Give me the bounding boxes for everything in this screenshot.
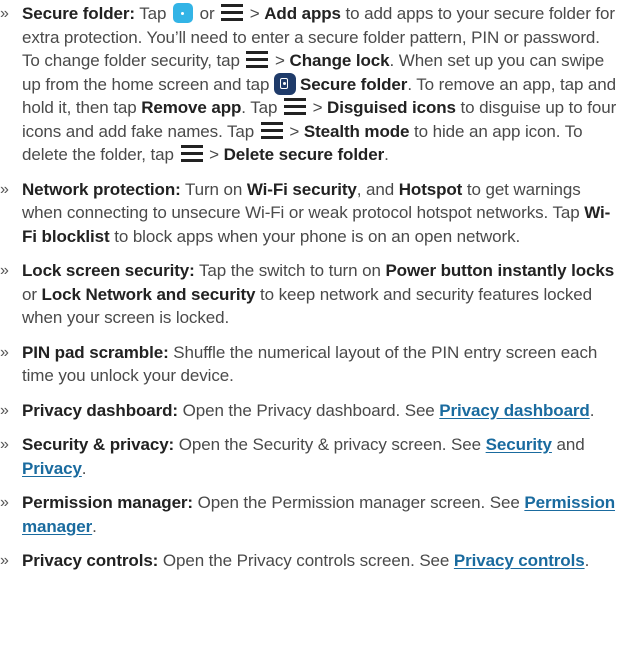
item-text: > — [204, 145, 224, 164]
item-bold: Stealth mode — [303, 121, 410, 141]
bullet-chevron: » — [0, 262, 9, 279]
item-text: . — [384, 145, 389, 164]
item-text: Turn on — [180, 179, 247, 199]
secure-folder-icon — [273, 72, 296, 95]
item-text: > — [245, 4, 265, 23]
bullet-chevron: » — [0, 5, 9, 22]
item-text: > — [284, 121, 304, 141]
item-title: Permission manager: — [22, 493, 193, 512]
item-title: PIN pad scramble: — [22, 342, 169, 362]
item-text: > — [270, 51, 290, 70]
bullet-chevron: » — [0, 552, 9, 569]
item-text: > — [307, 98, 328, 117]
list-item-privacy-dashboard: » Privacy dashboard: Open the Privacy das… — [0, 399, 621, 423]
item-text: to block apps when your phone is on an o… — [109, 226, 521, 246]
item-title: Secure folder: — [22, 4, 135, 23]
item-text: Open the Security & privacy screen. See — [174, 435, 486, 454]
item-bold: Lock Network and security — [41, 284, 256, 304]
add-app-icon — [172, 3, 193, 23]
item-text: Open the Privacy controls screen. See — [158, 551, 454, 570]
list-item-lock-screen-security: » Lock screen security: Tap the switch to… — [0, 259, 621, 330]
menu-icon — [260, 121, 283, 139]
bullet-chevron: » — [0, 494, 9, 511]
bullet-chevron: » — [0, 180, 9, 198]
menu-icon — [221, 4, 244, 21]
menu-icon — [283, 98, 306, 115]
item-bold: Disguised icons — [327, 98, 456, 117]
list-item-pin-pad-scramble: » PIN pad scramble: Shuffle the numerical… — [0, 341, 621, 388]
item-text: Tap the switch to turn on — [194, 261, 386, 280]
item-text: . Tap — [241, 98, 282, 117]
item-text: Open the Privacy dashboard. See — [177, 400, 440, 420]
item-text: . — [584, 551, 590, 570]
list-item-privacy-controls: » Privacy controls: Open the Privacy cont… — [0, 549, 621, 573]
item-text: . — [589, 400, 595, 420]
item-text: , and — [356, 179, 399, 199]
link-privacy-controls[interactable]: Privacy controls — [454, 551, 585, 570]
item-bold: Add apps — [264, 4, 341, 23]
item-bold: Hotspot — [398, 179, 463, 199]
link-privacy-dashboard[interactable]: Privacy dashboard — [439, 401, 590, 420]
item-text: Tap — [134, 4, 171, 23]
item-text: or — [194, 4, 220, 23]
item-title: Security & privacy: — [22, 435, 175, 454]
list-item-security-privacy: » Security & privacy: Open the Security &… — [0, 433, 621, 480]
item-title: Privacy controls: — [22, 551, 159, 570]
item-bold: Power button instantly locks — [385, 261, 615, 280]
list-item-secure-folder: » Secure folder: Tap or > Add apps to add… — [0, 2, 621, 167]
bullet-chevron: » — [0, 343, 9, 361]
menu-icon — [180, 145, 203, 162]
item-bold: Change lock — [289, 51, 390, 70]
link-privacy[interactable]: Privacy — [22, 459, 82, 478]
item-title: Privacy dashboard: — [22, 400, 178, 420]
item-bold: Secure folder — [299, 74, 408, 94]
link-security[interactable]: Security — [486, 435, 552, 454]
item-bold: Remove app — [141, 98, 242, 117]
item-title: Lock screen security: — [22, 261, 195, 280]
item-bold: Wi-Fi security — [246, 179, 357, 199]
item-text: or — [22, 284, 42, 304]
list-item-network-protection: » Network protection: Turn on Wi-Fi secur… — [0, 178, 621, 249]
list-item-permission-manager: » Permission manager: Open the Permission… — [0, 491, 621, 538]
item-text: and — [551, 435, 585, 454]
bullet-chevron: » — [0, 401, 9, 419]
document-page: » Secure folder: Tap or > Add apps to add… — [0, 2, 621, 584]
item-bold: Delete secure folder — [223, 145, 385, 164]
item-title: Network protection: — [22, 179, 181, 199]
item-text: . — [81, 458, 87, 478]
menu-icon — [246, 51, 269, 68]
item-text: . — [92, 516, 97, 536]
item-text: Open the Permission manager screen. See — [193, 493, 525, 512]
bullet-chevron: » — [0, 436, 9, 453]
